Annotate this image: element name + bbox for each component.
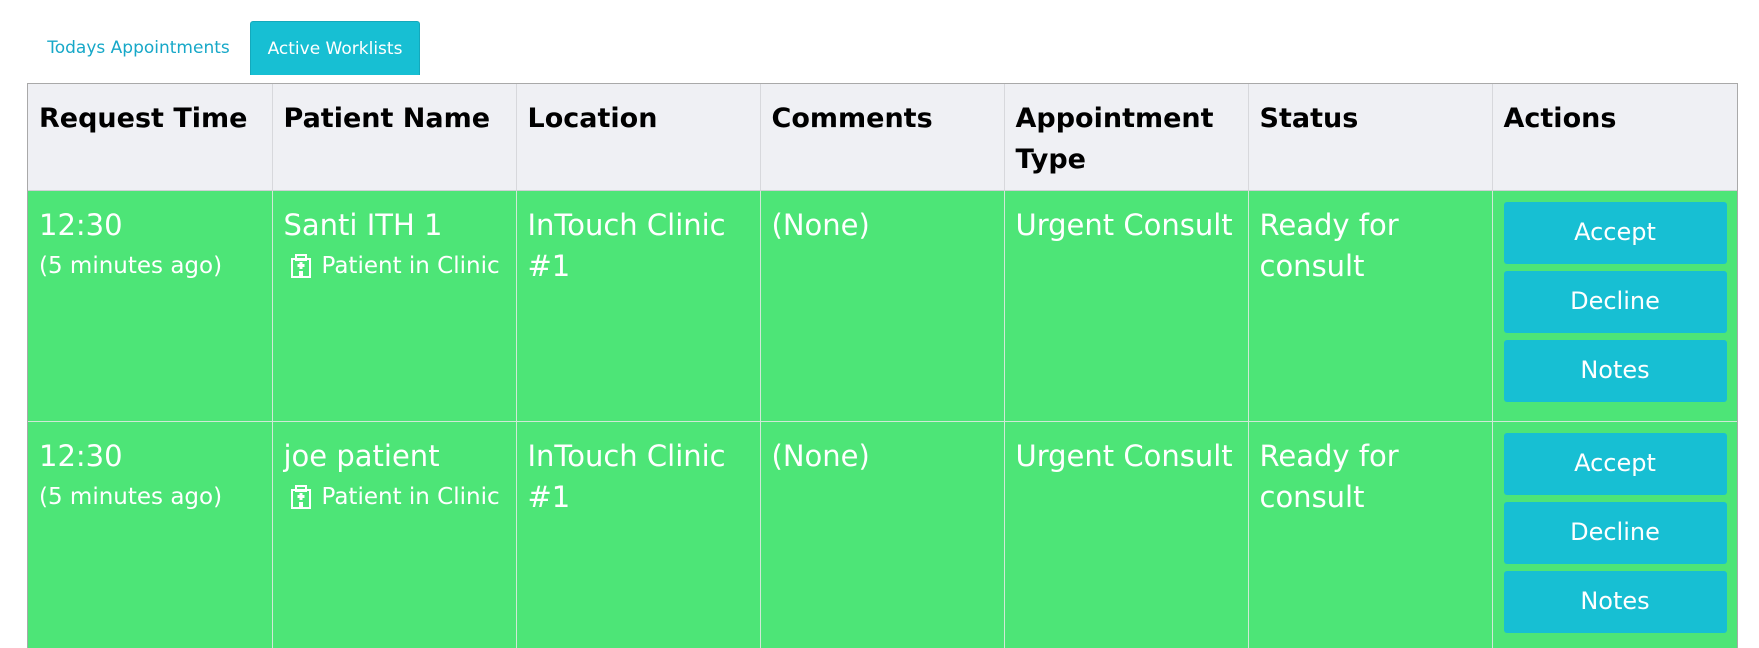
appointment-type-cell: Urgent Consult — [1004, 190, 1249, 422]
status-cell: Ready for consult — [1248, 421, 1493, 648]
column-header-request-time: Request Time — [28, 84, 273, 191]
patient-status: Patient in Clinic — [284, 246, 505, 287]
column-header-appointment-type: Appointment Type — [1004, 84, 1249, 191]
comments-cell: (None) — [760, 421, 1005, 648]
actions-cell: Accept Decline Notes — [1492, 421, 1737, 648]
hospital-icon — [290, 485, 311, 509]
accept-button[interactable]: Accept — [1503, 201, 1727, 264]
worklist-table: Request Time Patient Name Location Comme… — [27, 83, 1738, 648]
comments-cell: (None) — [760, 190, 1005, 422]
tab-todays-appointments[interactable]: Todays Appointments — [27, 21, 250, 75]
decline-button[interactable]: Decline — [1503, 501, 1727, 564]
patient-name-cell: Santi ITH 1 Patient in Clinic — [272, 190, 517, 422]
patient-name-cell: joe patient Patient in Clinic — [272, 421, 517, 648]
table-row: 12:30 (5 minutes ago) joe patient Patien… — [28, 421, 1737, 648]
status-cell: Ready for consult — [1248, 190, 1493, 422]
request-time-cell: 12:30 (5 minutes ago) — [28, 190, 273, 422]
accept-button[interactable]: Accept — [1503, 432, 1727, 495]
tab-active-worklists[interactable]: Active Worklists — [250, 21, 420, 75]
notes-button[interactable]: Notes — [1503, 570, 1727, 633]
worklist-tabs: Todays Appointments Active Worklists — [27, 21, 420, 75]
patient-status: Patient in Clinic — [284, 477, 505, 518]
column-header-actions: Actions — [1492, 84, 1737, 191]
table-row: 12:30 (5 minutes ago) Santi ITH 1 Patien… — [28, 190, 1737, 422]
actions-cell: Accept Decline Notes — [1492, 190, 1737, 422]
column-header-status: Status — [1248, 84, 1493, 191]
request-time-ago: (5 minutes ago) — [39, 252, 223, 279]
request-time: 12:30 — [39, 438, 123, 473]
patient-status-label: Patient in Clinic — [321, 483, 500, 510]
location-cell: InTouch Clinic #1 — [516, 421, 761, 648]
table-header-row: Request Time Patient Name Location Comme… — [28, 84, 1737, 191]
request-time-ago: (5 minutes ago) — [39, 483, 223, 510]
notes-button[interactable]: Notes — [1503, 339, 1727, 402]
column-header-patient-name: Patient Name — [272, 84, 517, 191]
hospital-icon — [290, 254, 311, 278]
patient-name: joe patient — [283, 438, 440, 473]
column-header-comments: Comments — [760, 84, 1005, 191]
request-time-cell: 12:30 (5 minutes ago) — [28, 421, 273, 648]
location-cell: InTouch Clinic #1 — [516, 190, 761, 422]
patient-name: Santi ITH 1 — [283, 207, 443, 242]
column-header-location: Location — [516, 84, 761, 191]
appointment-type-cell: Urgent Consult — [1004, 421, 1249, 648]
patient-status-label: Patient in Clinic — [321, 252, 500, 279]
decline-button[interactable]: Decline — [1503, 270, 1727, 333]
request-time: 12:30 — [39, 207, 123, 242]
